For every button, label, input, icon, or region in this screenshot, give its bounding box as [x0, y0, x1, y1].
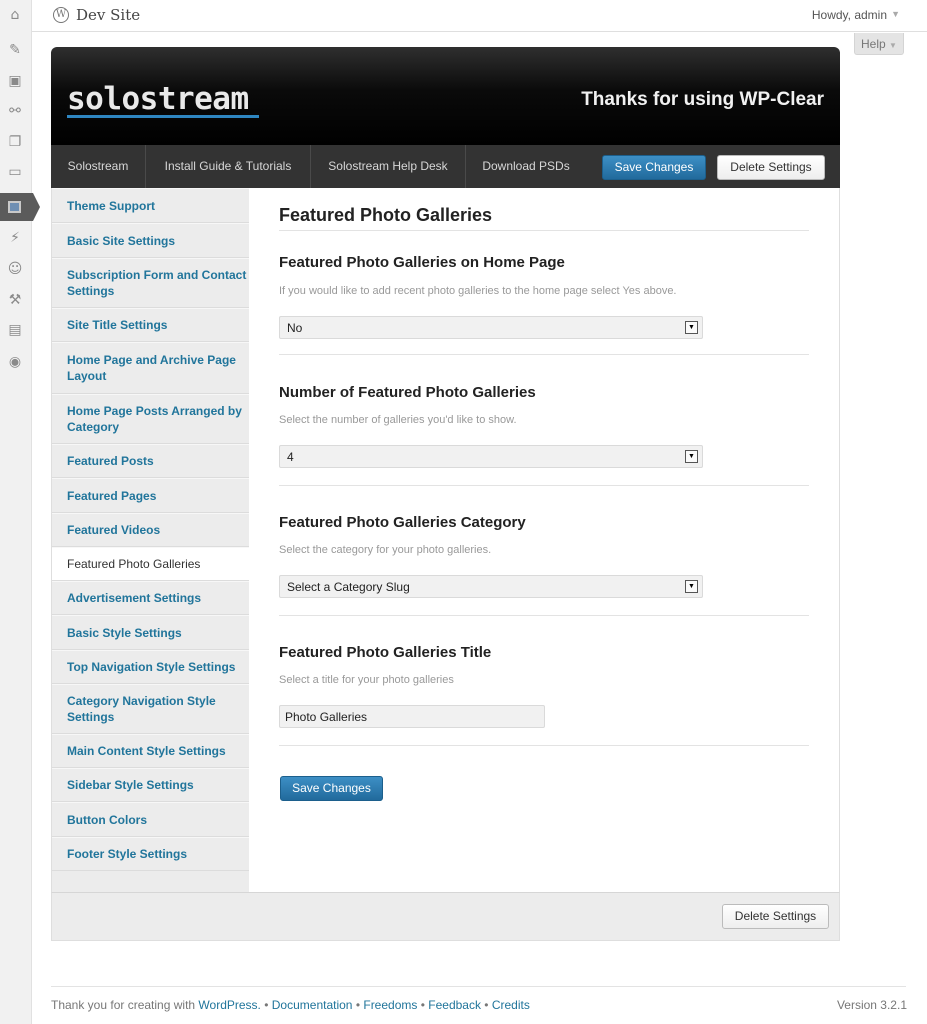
admin-menu-rail: ⌂ ✎ ▣ ⚯ ❐ ▭ ⚡ ☺ ⚒ ▤ ◉ [0, 0, 40, 1024]
admin-header: W Dev Site Howdy, admin ▼ [32, 0, 927, 32]
divider [279, 745, 809, 746]
solostream-logo: solostream [67, 81, 249, 117]
sidebar-item-subscription-form[interactable]: Subscription Form and Contact Settings [52, 258, 250, 308]
collapse-icon[interactable]: ◉ [5, 352, 25, 372]
sidebar-item-featured-posts[interactable]: Featured Posts [52, 444, 250, 478]
theme-options-nav: Solostream Install Guide & Tutorials Sol… [51, 145, 840, 188]
footer-divider [51, 986, 906, 987]
divider [279, 230, 809, 231]
banner-tagline: Thanks for using WP-Clear [581, 89, 824, 110]
divider [279, 615, 809, 616]
sidebar-item-theme-support[interactable]: Theme Support [52, 188, 250, 223]
section-description: Select the category for your photo galle… [279, 544, 492, 556]
gallery-count-select[interactable]: 4 ▼ [279, 445, 703, 468]
options-footer: Delete Settings [51, 892, 840, 941]
nav-link-help-desk[interactable]: Solostream Help Desk [311, 145, 466, 188]
section-title: Number of Featured Photo Galleries [279, 384, 536, 401]
feedback-link[interactable]: Feedback [428, 998, 481, 1012]
comments-icon[interactable]: ▭ [5, 162, 25, 182]
nav-link-install-guide[interactable]: Install Guide & Tutorials [146, 145, 311, 188]
sidebar-item-featured-videos[interactable]: Featured Videos [52, 513, 250, 547]
dropdown-arrow-icon[interactable]: ▼ [685, 450, 698, 463]
posts-icon[interactable]: ✎ [5, 40, 25, 60]
section-description: Select a title for your photo galleries [279, 674, 454, 686]
select-value: 4 [287, 450, 294, 464]
freedoms-link[interactable]: Freedoms [363, 998, 417, 1012]
page-title: Featured Photo Galleries [279, 205, 493, 225]
sidebar-item-top-navigation-style[interactable]: Top Navigation Style Settings [52, 650, 250, 684]
sidebar-item-footer-style[interactable]: Footer Style Settings [52, 837, 250, 871]
save-changes-button[interactable]: Save Changes [602, 155, 706, 180]
settings-main: Featured Photo Galleries Featured Photo … [249, 188, 840, 892]
help-label: Help [861, 37, 886, 51]
sidebar-item-featured-photo-galleries[interactable]: Featured Photo Galleries [52, 547, 251, 581]
appearance-icon[interactable] [0, 193, 40, 221]
sidebar-item-sidebar-style[interactable]: Sidebar Style Settings [52, 768, 250, 802]
version-text: Version 3.2.1 [836, 998, 907, 1012]
logo-underline [67, 115, 259, 118]
section-description: If you would like to add recent photo ga… [279, 285, 677, 297]
sidebar-item-main-content-style[interactable]: Main Content Style Settings [52, 734, 250, 768]
dashboard-icon[interactable]: ⌂ [5, 5, 25, 25]
home-page-galleries-select[interactable]: No ▼ [279, 316, 703, 339]
footer-thanks: Thank you for creating with [51, 998, 196, 1012]
delete-settings-button[interactable]: Delete Settings [717, 155, 825, 180]
settings-icon[interactable]: ▤ [5, 320, 25, 340]
section-title: Featured Photo Galleries on Home Page [279, 254, 565, 271]
delete-settings-button[interactable]: Delete Settings [722, 904, 829, 929]
divider [279, 485, 809, 486]
sidebar-item-advertisement[interactable]: Advertisement Settings [52, 581, 250, 615]
dropdown-arrow-icon[interactable]: ▼ [685, 321, 698, 334]
wordpress-logo-icon: W [53, 7, 69, 23]
gallery-category-select[interactable]: Select a Category Slug ▼ [279, 575, 703, 598]
wp-footer: Thank you for creating with WordPress. •… [51, 998, 530, 1012]
users-icon[interactable]: ☺ [5, 259, 25, 279]
wordpress-link[interactable]: WordPress. [198, 998, 260, 1012]
save-changes-button[interactable]: Save Changes [280, 776, 383, 801]
sidebar-item-category-navigation-style[interactable]: Category Navigation Style Settings [52, 684, 250, 734]
plugins-icon[interactable]: ⚡ [5, 228, 25, 248]
links-icon[interactable]: ⚯ [5, 101, 25, 121]
divider [279, 354, 809, 355]
credits-link[interactable]: Credits [492, 998, 530, 1012]
sidebar-item-basic-site-settings[interactable]: Basic Site Settings [52, 223, 250, 258]
select-value: Select a Category Slug [287, 580, 410, 594]
section-title: Featured Photo Galleries Category [279, 514, 526, 531]
sidebar-item-button-colors[interactable]: Button Colors [52, 802, 250, 837]
documentation-link[interactable]: Documentation [272, 998, 353, 1012]
chevron-down-icon: ▼ [889, 41, 897, 50]
select-value: No [287, 321, 303, 335]
site-name[interactable]: Dev Site [76, 6, 140, 24]
sidebar-item-basic-style[interactable]: Basic Style Settings [52, 615, 250, 650]
help-tab[interactable]: Help ▼ [854, 33, 904, 55]
pages-icon[interactable]: ❐ [5, 132, 25, 152]
gallery-title-input[interactable]: Photo Galleries [279, 705, 545, 728]
sidebar-item-posts-by-category[interactable]: Home Page Posts Arranged by Category [52, 394, 250, 444]
section-description: Select the number of galleries you'd lik… [279, 414, 517, 426]
dropdown-arrow-icon[interactable]: ▼ [685, 580, 698, 593]
tools-icon[interactable]: ⚒ [5, 290, 25, 310]
sidebar-item-home-archive-layout[interactable]: Home Page and Archive Page Layout [52, 342, 250, 394]
nav-link-download-psds[interactable]: Download PSDs [466, 145, 586, 188]
theme-banner: solostream Thanks for using WP-Clear [51, 47, 840, 145]
chevron-down-icon[interactable]: ▼ [891, 9, 900, 19]
section-title: Featured Photo Galleries Title [279, 644, 492, 661]
nav-link-solostream[interactable]: Solostream [51, 145, 146, 188]
howdy-user[interactable]: Howdy, admin [812, 8, 887, 22]
settings-sidebar: Theme Support Basic Site Settings Subscr… [51, 188, 251, 892]
sidebar-item-site-title[interactable]: Site Title Settings [52, 308, 250, 342]
media-icon[interactable]: ▣ [5, 71, 25, 91]
sidebar-item-featured-pages[interactable]: Featured Pages [52, 478, 250, 513]
